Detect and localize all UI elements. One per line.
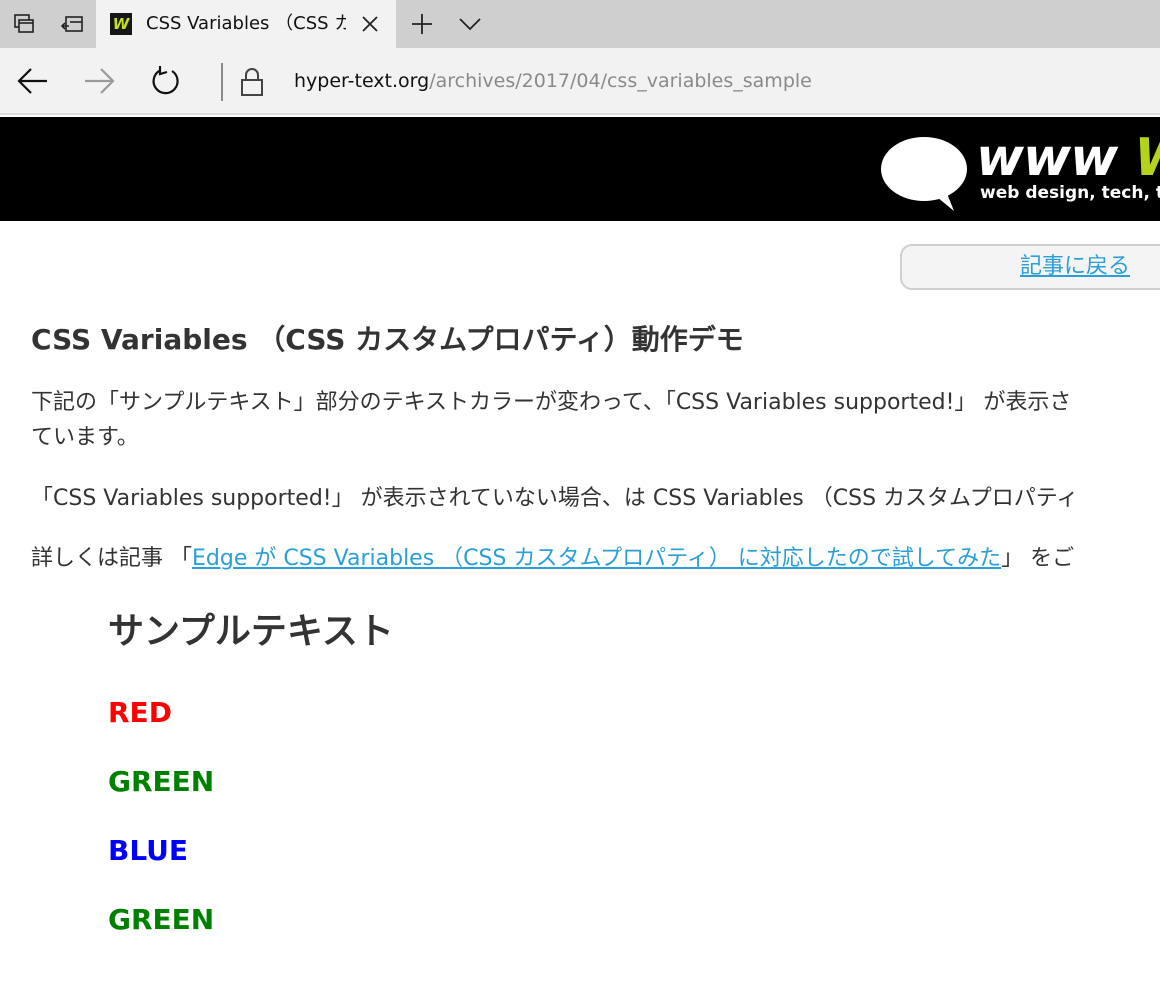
reference-prefix: 詳しくは記事 「 [31,546,192,571]
intro-paragraph-line-1: 下記の「サンプルテキスト」部分のテキストカラーが変わって、「CSS Variab… [31,390,1072,415]
back-to-article-link[interactable]: 記事に戻る [1020,246,1130,288]
back-button[interactable] [8,56,58,106]
tab-title: CSS Variables （CSS カス [146,13,346,34]
page-title: CSS Variables （CSS カスタムプロパティ）動作デモ [31,323,744,356]
article-reference-paragraph: 詳しくは記事 「Edge が CSS Variables （CSS カスタムプロ… [31,542,1074,576]
site-header: www W web design, tech, top [0,117,1160,221]
sample-heading: サンプルテキスト [108,611,394,652]
url-path: /archives/2017/04/css_variables_sample [429,70,812,92]
article-link[interactable]: Edge が CSS Variables （CSS カスタムプロパティ） に対応… [192,546,1001,571]
tab-active[interactable]: W CSS Variables （CSS カス [96,0,396,48]
nav-separator [221,63,223,101]
close-icon [362,16,378,32]
site-logo[interactable]: www W [976,131,1160,185]
forward-button[interactable] [74,56,124,106]
reference-suffix: 」 をご [1001,546,1075,571]
logo-text-green: W [1134,128,1160,188]
fallback-paragraph: 「CSS Variables supported!」 が表示されていない場合、は… [31,486,1079,511]
tab-strip: W CSS Variables （CSS カス [0,0,1160,48]
navigation-bar: hyper-text.org/archives/2017/04/css_vari… [0,48,1160,115]
tabs-restore-icon [60,16,83,32]
intro-paragraph-line-2: ています。 [31,425,139,450]
back-arrow-icon [17,68,47,94]
tab-list-button[interactable] [446,0,494,48]
security-indicator[interactable] [238,66,266,98]
tabs-restore-button[interactable] [48,0,96,48]
back-to-article-button[interactable]: 記事に戻る [900,244,1160,290]
lock-icon [241,68,263,96]
new-tab-button[interactable] [398,0,446,48]
address-bar[interactable]: hyper-text.org/archives/2017/04/css_vari… [294,48,812,115]
refresh-button[interactable] [140,56,190,106]
color-sample-1: RED [108,696,172,729]
tabs-aside-icon [14,14,34,33]
color-sample-3: BLUE [108,834,189,867]
close-tab-button[interactable] [358,12,382,36]
refresh-icon [152,66,179,95]
color-sample-2: GREEN [108,765,215,798]
chevron-down-icon [459,18,481,31]
plus-icon [412,14,432,34]
site-favicon: W [110,13,132,35]
logo-text-white: www [976,128,1135,188]
speech-bubble-logo-icon [881,137,967,211]
forward-arrow-icon [85,68,115,94]
color-sample-4: GREEN [108,903,215,936]
tabs-aside-button[interactable] [0,0,48,48]
site-tagline: web design, tech, top [980,183,1160,203]
url-host: hyper-text.org [294,70,430,92]
